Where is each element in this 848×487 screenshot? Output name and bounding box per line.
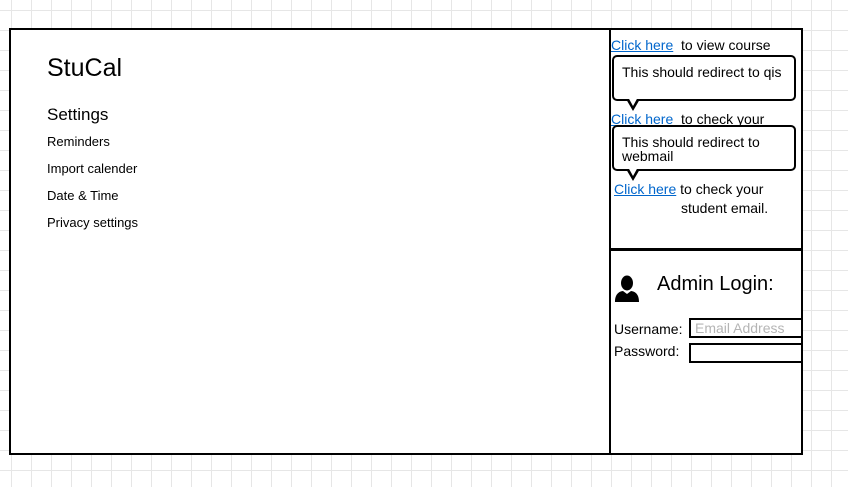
course-link-row: Click here to view course — [611, 37, 771, 53]
password-input[interactable] — [689, 343, 801, 363]
user-icon — [615, 275, 639, 302]
menu-item-privacy-settings[interactable]: Privacy settings — [47, 215, 138, 230]
email-link-text-line1: to check your — [680, 181, 764, 197]
menu-item-reminders[interactable]: Reminders — [47, 134, 110, 149]
admin-login-title: Admin Login: — [657, 273, 774, 295]
webmail-callout: This should redirect to webmail — [612, 125, 796, 181]
webmail-callout-text: This should redirect to webmail — [622, 134, 760, 164]
course-link-text: to view course — [681, 37, 771, 53]
callout-tail — [626, 167, 640, 181]
sidebar-divider — [609, 30, 611, 453]
course-link[interactable]: Click here — [611, 37, 673, 53]
sidebar-section-divider — [611, 248, 801, 251]
menu-item-date-time[interactable]: Date & Time — [47, 188, 119, 203]
app-frame: StuCal Settings Reminders Import calende… — [9, 28, 803, 455]
menu-item-import-calendar[interactable]: Import calender — [47, 161, 137, 176]
password-label: Password: — [614, 343, 680, 359]
app-title: StuCal — [47, 54, 123, 82]
email-link-row: Click here to check your — [614, 181, 763, 197]
qis-callout: This should redirect to qis — [612, 55, 796, 111]
settings-heading: Settings — [47, 105, 109, 124]
email-link-text-line2: student email. — [681, 200, 769, 216]
username-label: Username: — [614, 321, 683, 337]
callout-tail — [626, 97, 640, 111]
student-email-link[interactable]: Click here — [614, 181, 676, 197]
username-input[interactable] — [689, 318, 801, 338]
qis-callout-text: This should redirect to qis — [622, 64, 782, 80]
